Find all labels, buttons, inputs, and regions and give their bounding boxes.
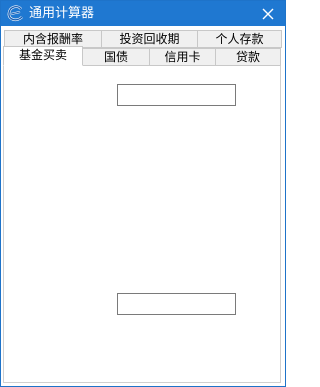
close-icon (262, 8, 274, 19)
fund-input-top[interactable] (117, 84, 236, 106)
tab-label: 个人存款 (215, 32, 264, 46)
tab-label: 内含报酬率 (22, 32, 83, 46)
tab-label: 投资回收期 (119, 32, 180, 46)
tab-loan[interactable]: 贷款 (215, 48, 281, 66)
tab-credit-card[interactable]: 信用卡 (149, 48, 216, 66)
tab-label: 国债 (103, 50, 128, 64)
tab-payback-period[interactable]: 投资回收期 (101, 30, 198, 48)
calculator-window: 通用计算器 内含报酬率 投资回收期 个人存款 基金买卖 国债 信用卡 贷款 (0, 0, 286, 387)
tab-treasury-bond[interactable]: 国债 (82, 48, 150, 66)
title-bar[interactable]: 通用计算器 (1, 1, 285, 26)
tab-content-panel (3, 65, 281, 383)
window-title: 通用计算器 (29, 6, 95, 21)
close-button[interactable] (251, 1, 285, 26)
tab-label: 贷款 (235, 50, 260, 64)
tab-label: 信用卡 (164, 50, 201, 64)
tab-label: 基金买卖 (18, 48, 67, 62)
fund-input-bottom[interactable] (117, 293, 236, 315)
app-e-icon (6, 4, 26, 24)
tab-personal-deposit[interactable]: 个人存款 (197, 30, 282, 48)
tab-fund-trading[interactable]: 基金买卖 (3, 46, 83, 66)
